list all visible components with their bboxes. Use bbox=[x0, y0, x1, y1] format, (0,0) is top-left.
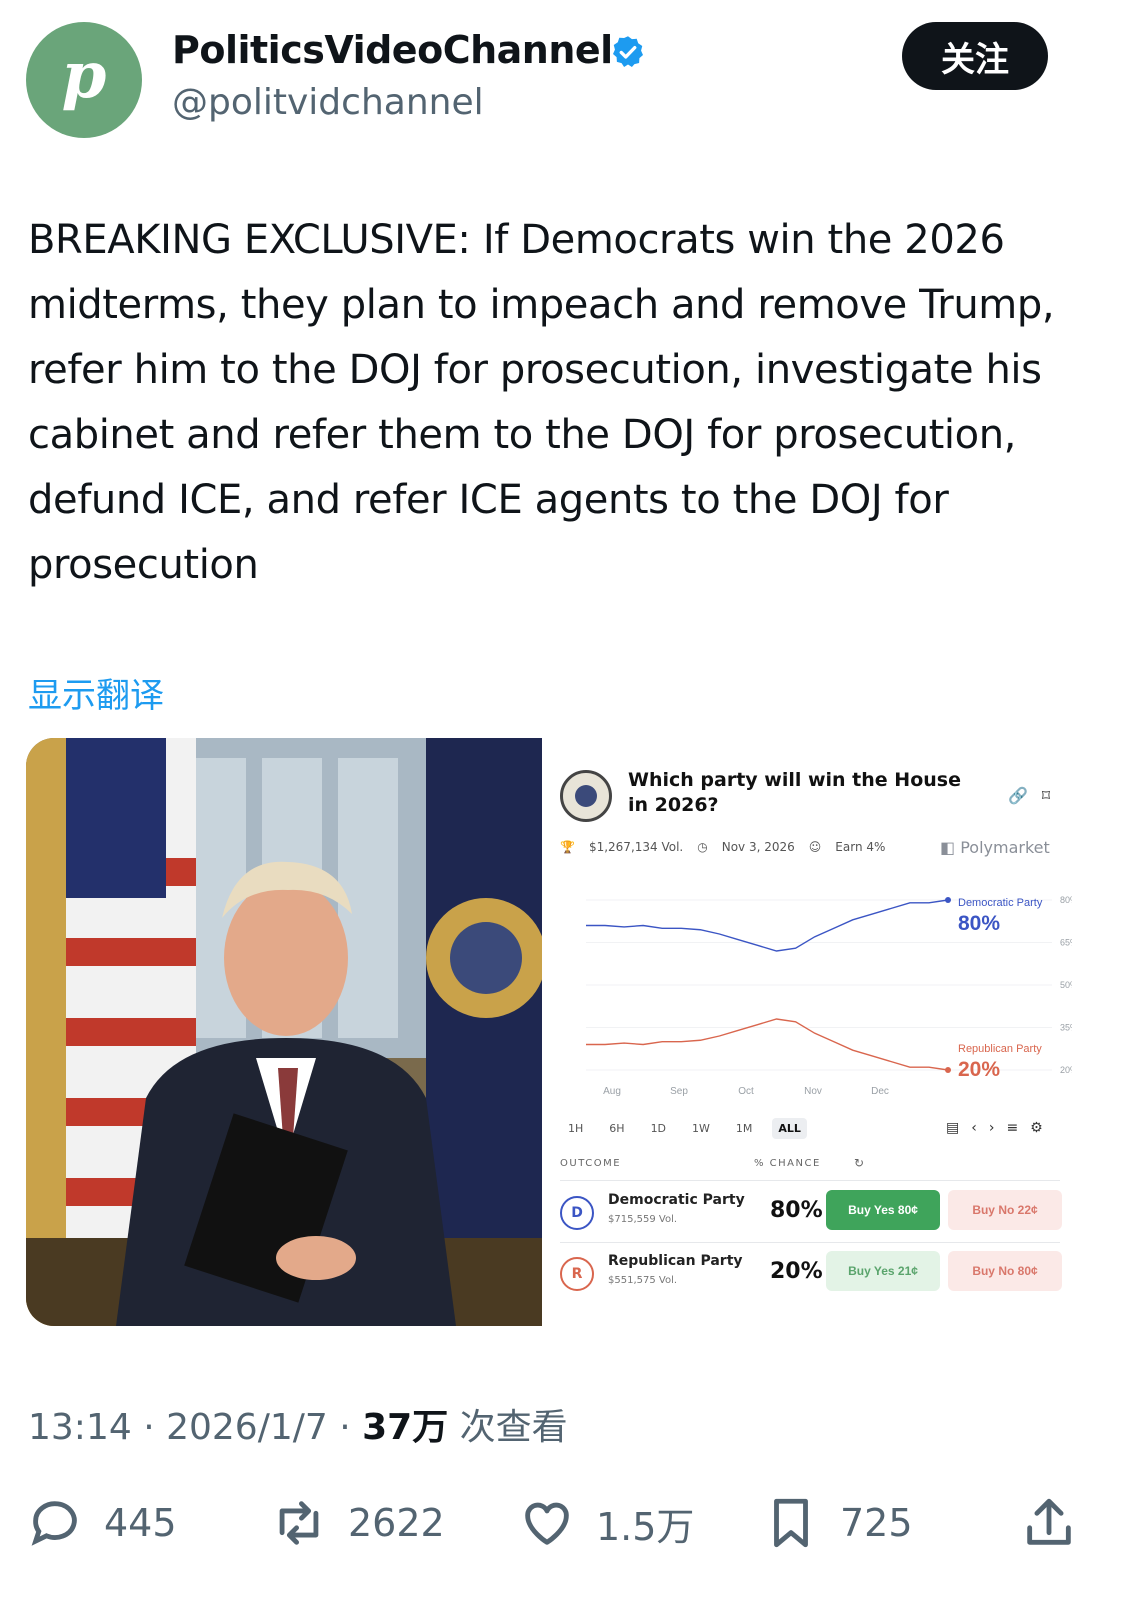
series-endpoint bbox=[945, 1067, 951, 1073]
polymarket-card[interactable]: Which party will win the House in 2026? … bbox=[542, 738, 1072, 1326]
repost-icon bbox=[279, 1501, 319, 1545]
refresh-icon[interactable]: ↻ bbox=[854, 1156, 864, 1170]
outcome-chance: 80% bbox=[770, 1198, 823, 1223]
buy-no-button[interactable]: Buy No 80¢ bbox=[948, 1251, 1062, 1291]
outcome-volume: $551,575 Vol. bbox=[608, 1275, 678, 1286]
range-1m[interactable]: 1M bbox=[730, 1118, 759, 1139]
verified-badge-icon bbox=[613, 36, 643, 67]
reply-button[interactable]: 445 bbox=[26, 1488, 177, 1558]
buy-no-button[interactable]: Buy No 22¢ bbox=[948, 1190, 1062, 1230]
repost-count: 2622 bbox=[348, 1501, 445, 1545]
outcome-name: Democratic Party bbox=[608, 1192, 745, 1208]
link-icon[interactable]: 🔗 bbox=[1008, 786, 1042, 805]
heart-icon bbox=[525, 1502, 569, 1545]
range-1h[interactable]: 1H bbox=[562, 1118, 589, 1139]
market-end-date: Nov 3, 2026 bbox=[721, 840, 795, 854]
clock-icon: ◷ bbox=[697, 840, 708, 854]
views-label: 次查看 bbox=[448, 1407, 568, 1448]
x-tick-label: Aug bbox=[603, 1086, 621, 1097]
avatar[interactable]: p bbox=[26, 22, 142, 138]
handle[interactable]: @politvidchannel bbox=[172, 82, 484, 123]
share-icon bbox=[1027, 1498, 1071, 1545]
tweet-media[interactable]: Which party will win the House in 2026? … bbox=[26, 738, 1072, 1326]
market-meta: 🏆 $1,267,134 Vol. ◷ Nov 3, 2026 ☺ Earn 4… bbox=[560, 840, 885, 854]
y-tick-label: 35% bbox=[1060, 1023, 1072, 1033]
republican-elephant-icon: R bbox=[560, 1257, 594, 1291]
like-count: 1.5万 bbox=[596, 1504, 695, 1549]
reply-icon bbox=[31, 1501, 77, 1546]
probability-chart: 80% 65% 50% 35% 20% Aug Sep Oct Nov Dec Democratic… bbox=[586, 895, 1072, 1097]
filter-icon[interactable]: ≡ bbox=[1006, 1120, 1030, 1136]
oval-office-photo bbox=[26, 738, 542, 1326]
series-line bbox=[586, 899, 949, 952]
divider bbox=[560, 1242, 1060, 1243]
views-count: 37万 bbox=[362, 1407, 449, 1448]
y-tick-label: 80% bbox=[1060, 895, 1072, 905]
avatar-letter: p bbox=[61, 38, 107, 113]
outcome-chance: 20% bbox=[770, 1259, 823, 1284]
market-volume: $1,267,134 Vol. bbox=[588, 840, 684, 854]
follow-button[interactable]: 关注 bbox=[902, 22, 1048, 90]
repost-button[interactable]: 2622 bbox=[270, 1488, 445, 1558]
brand-label: Polymarket bbox=[960, 838, 1050, 857]
market-earn: Earn 4% bbox=[835, 840, 886, 854]
democrat-donkey-icon: D bbox=[560, 1196, 594, 1230]
y-tick-label: 20% bbox=[1060, 1065, 1072, 1075]
x-tick-label: Sep bbox=[670, 1086, 688, 1097]
series-line bbox=[586, 1018, 949, 1071]
bookmark-icon[interactable]: ⌑ bbox=[1042, 786, 1064, 805]
time-date[interactable]: 13:14 · 2026/1/7 · bbox=[28, 1407, 362, 1448]
bookmark-button[interactable]: 725 bbox=[762, 1488, 913, 1558]
series-label: Republican Party bbox=[958, 1043, 1042, 1055]
divider bbox=[560, 1180, 1060, 1181]
outcome-row-republican[interactable]: R Republican Party $551,575 Vol. 20% Buy… bbox=[560, 1249, 1064, 1299]
reply-count: 445 bbox=[104, 1501, 177, 1545]
outcome-name: Republican Party bbox=[608, 1253, 743, 1269]
display-name[interactable]: PoliticsVideoChannel bbox=[172, 28, 613, 72]
time-range-selector: 1H 6H 1D 1W 1M ALL bbox=[562, 1118, 807, 1139]
series-value-label: 80% bbox=[958, 912, 1000, 935]
action-bar: 445 2622 1.5万 725 bbox=[26, 1488, 1096, 1558]
x-tick-label: Nov bbox=[804, 1086, 822, 1097]
share-button[interactable] bbox=[1020, 1488, 1078, 1558]
tweet-text: BREAKING EXCLUSIVE: If Democrats win the… bbox=[28, 217, 1055, 588]
trophy-icon: 🏆 bbox=[560, 840, 575, 854]
embed-icon[interactable]: ‹› bbox=[971, 1120, 1006, 1136]
buy-yes-button[interactable]: Buy Yes 21¢ bbox=[826, 1251, 940, 1291]
y-tick-label: 50% bbox=[1060, 980, 1072, 990]
chance-header: % CHANCE bbox=[754, 1158, 821, 1169]
document-icon[interactable]: ▤ bbox=[946, 1120, 971, 1136]
like-button[interactable]: 1.5万 bbox=[518, 1488, 694, 1558]
series-endpoint bbox=[945, 897, 951, 903]
outcome-header: OUTCOME bbox=[560, 1158, 622, 1169]
tweet-timestamp: 13:14 · 2026/1/7 · 37万 次查看 bbox=[28, 1398, 568, 1450]
range-all[interactable]: ALL bbox=[772, 1118, 807, 1139]
range-1w[interactable]: 1W bbox=[686, 1118, 716, 1139]
outcome-row-democratic[interactable]: D Democratic Party $715,559 Vol. 80% Buy… bbox=[560, 1188, 1064, 1238]
show-translation-link[interactable]: 显示翻译 bbox=[28, 668, 164, 717]
earn-icon: ☺ bbox=[808, 840, 822, 854]
buy-yes-button[interactable]: Buy Yes 80¢ bbox=[826, 1190, 940, 1230]
x-tick-label: Dec bbox=[871, 1086, 889, 1097]
range-6h[interactable]: 6H bbox=[603, 1118, 630, 1139]
series-value-label: 20% bbox=[958, 1058, 1000, 1081]
bookmark-count: 725 bbox=[840, 1501, 913, 1545]
outcome-volume: $715,559 Vol. bbox=[608, 1214, 678, 1225]
range-1d[interactable]: 1D bbox=[645, 1118, 672, 1139]
polymarket-logo-icon: ◧ bbox=[940, 838, 961, 857]
series-label: Democratic Party bbox=[958, 897, 1043, 909]
bookmark-icon bbox=[774, 1498, 808, 1548]
y-tick-label: 65% bbox=[1060, 938, 1072, 948]
x-tick-label: Oct bbox=[738, 1086, 754, 1097]
market-question: Which party will win the House in 2026? bbox=[628, 769, 961, 816]
house-seal-icon bbox=[560, 770, 612, 822]
settings-icon[interactable]: ⚙ bbox=[1030, 1120, 1055, 1136]
